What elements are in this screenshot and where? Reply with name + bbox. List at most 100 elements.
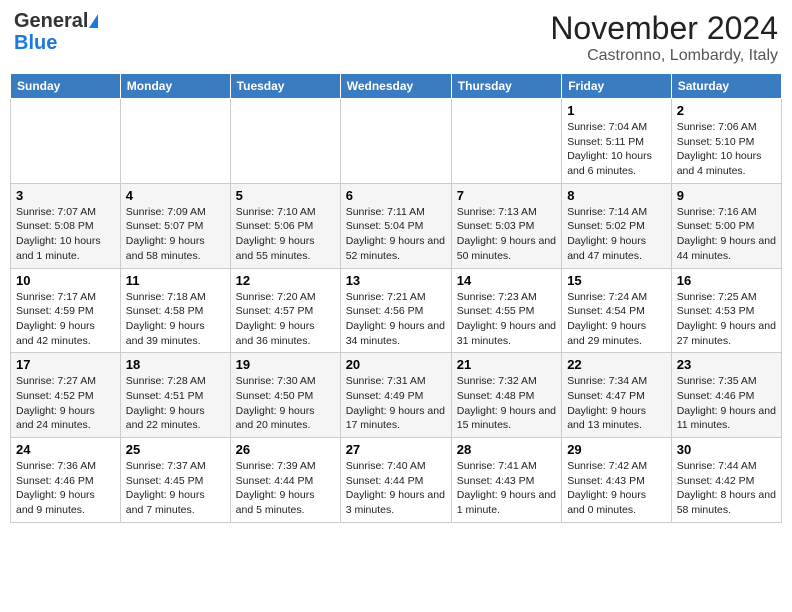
day-info: Sunrise: 7:31 AM Sunset: 4:49 PM Dayligh… <box>346 374 446 433</box>
calendar-cell: 13 Sunrise: 7:21 AM Sunset: 4:56 PM Dayli… <box>340 268 451 353</box>
logo-blue: Blue <box>14 32 57 54</box>
day-info: Sunrise: 7:20 AM Sunset: 4:57 PM Dayligh… <box>236 290 335 349</box>
calendar-cell <box>11 99 121 184</box>
day-info: Sunrise: 7:42 AM Sunset: 4:43 PM Dayligh… <box>567 459 666 518</box>
week-row-1: 1Sunrise: 7:04 AM Sunset: 5:11 PM Daylig… <box>11 99 782 184</box>
month-title: November 2024 <box>550 10 778 47</box>
day-number: 21 <box>457 357 556 372</box>
calendar-cell: 10 Sunrise: 7:17 AM Sunset: 4:59 PM Dayli… <box>11 268 121 353</box>
calendar-cell: 17Sunrise: 7:27 AM Sunset: 4:52 PM Dayli… <box>11 353 121 438</box>
day-number: 8 <box>567 188 666 203</box>
calendar-cell: 5 Sunrise: 7:10 AM Sunset: 5:06 PM Daylig… <box>230 183 340 268</box>
day-number: 20 <box>346 357 446 372</box>
day-number: 16 <box>677 273 776 288</box>
week-row-2: 3Sunrise: 7:07 AM Sunset: 5:08 PM Daylig… <box>11 183 782 268</box>
calendar-cell: 2 Sunrise: 7:06 AM Sunset: 5:10 PM Daylig… <box>671 99 781 184</box>
column-header-wednesday: Wednesday <box>340 74 451 99</box>
day-number: 22 <box>567 357 666 372</box>
calendar-cell <box>230 99 340 184</box>
day-number: 19 <box>236 357 335 372</box>
calendar-cell: 24 Sunrise: 7:36 AM Sunset: 4:46 PM Dayli… <box>11 438 121 523</box>
day-number: 2 <box>677 103 776 118</box>
column-header-saturday: Saturday <box>671 74 781 99</box>
day-number: 4 <box>126 188 225 203</box>
day-number: 23 <box>677 357 776 372</box>
day-info: Sunrise: 7:27 AM Sunset: 4:52 PM Dayligh… <box>16 374 115 433</box>
day-info: Sunrise: 7:30 AM Sunset: 4:50 PM Dayligh… <box>236 374 335 433</box>
day-number: 13 <box>346 273 446 288</box>
day-info: Sunrise: 7:11 AM Sunset: 5:04 PM Dayligh… <box>346 205 446 264</box>
calendar-cell <box>120 99 230 184</box>
day-number: 26 <box>236 442 335 457</box>
day-info: Sunrise: 7:40 AM Sunset: 4:44 PM Dayligh… <box>346 459 446 518</box>
calendar-cell: 16Sunrise: 7:25 AM Sunset: 4:53 PM Dayli… <box>671 268 781 353</box>
calendar-cell: 30Sunrise: 7:44 AM Sunset: 4:42 PM Dayli… <box>671 438 781 523</box>
day-info: Sunrise: 7:14 AM Sunset: 5:02 PM Dayligh… <box>567 205 666 264</box>
day-number: 1 <box>567 103 666 118</box>
day-info: Sunrise: 7:24 AM Sunset: 4:54 PM Dayligh… <box>567 290 666 349</box>
day-number: 14 <box>457 273 556 288</box>
calendar-cell: 23 Sunrise: 7:35 AM Sunset: 4:46 PM Dayli… <box>671 353 781 438</box>
calendar-cell: 1Sunrise: 7:04 AM Sunset: 5:11 PM Daylig… <box>562 99 672 184</box>
calendar-cell: 3Sunrise: 7:07 AM Sunset: 5:08 PM Daylig… <box>11 183 121 268</box>
day-number: 10 <box>16 273 115 288</box>
calendar-cell: 28Sunrise: 7:41 AM Sunset: 4:43 PM Dayli… <box>451 438 561 523</box>
calendar-cell: 19 Sunrise: 7:30 AM Sunset: 4:50 PM Dayli… <box>230 353 340 438</box>
calendar-cell: 20 Sunrise: 7:31 AM Sunset: 4:49 PM Dayli… <box>340 353 451 438</box>
week-row-4: 17Sunrise: 7:27 AM Sunset: 4:52 PM Dayli… <box>11 353 782 438</box>
day-info: Sunrise: 7:34 AM Sunset: 4:47 PM Dayligh… <box>567 374 666 433</box>
calendar-cell: 18 Sunrise: 7:28 AM Sunset: 4:51 PM Dayli… <box>120 353 230 438</box>
calendar-cell: 9 Sunrise: 7:16 AM Sunset: 5:00 PM Daylig… <box>671 183 781 268</box>
calendar-cell: 7Sunrise: 7:13 AM Sunset: 5:03 PM Daylig… <box>451 183 561 268</box>
day-info: Sunrise: 7:16 AM Sunset: 5:00 PM Dayligh… <box>677 205 776 264</box>
day-number: 30 <box>677 442 776 457</box>
column-header-thursday: Thursday <box>451 74 561 99</box>
calendar-table: SundayMondayTuesdayWednesdayThursdayFrid… <box>10 73 782 523</box>
day-info: Sunrise: 7:37 AM Sunset: 4:45 PM Dayligh… <box>126 459 225 518</box>
day-info: Sunrise: 7:41 AM Sunset: 4:43 PM Dayligh… <box>457 459 556 518</box>
calendar-cell: 27Sunrise: 7:40 AM Sunset: 4:44 PM Dayli… <box>340 438 451 523</box>
day-info: Sunrise: 7:32 AM Sunset: 4:48 PM Dayligh… <box>457 374 556 433</box>
day-info: Sunrise: 7:39 AM Sunset: 4:44 PM Dayligh… <box>236 459 335 518</box>
day-number: 25 <box>126 442 225 457</box>
logo-general: General <box>14 10 88 32</box>
calendar-body: 1Sunrise: 7:04 AM Sunset: 5:11 PM Daylig… <box>11 99 782 523</box>
column-header-friday: Friday <box>562 74 672 99</box>
day-info: Sunrise: 7:28 AM Sunset: 4:51 PM Dayligh… <box>126 374 225 433</box>
calendar-cell: 22 Sunrise: 7:34 AM Sunset: 4:47 PM Dayli… <box>562 353 672 438</box>
day-number: 12 <box>236 273 335 288</box>
calendar-cell: 4 Sunrise: 7:09 AM Sunset: 5:07 PM Daylig… <box>120 183 230 268</box>
day-number: 24 <box>16 442 115 457</box>
day-info: Sunrise: 7:18 AM Sunset: 4:58 PM Dayligh… <box>126 290 225 349</box>
logo: General Blue <box>14 10 98 54</box>
location-title: Castronno, Lombardy, Italy <box>550 47 778 65</box>
day-info: Sunrise: 7:36 AM Sunset: 4:46 PM Dayligh… <box>16 459 115 518</box>
calendar-cell: 8 Sunrise: 7:14 AM Sunset: 5:02 PM Daylig… <box>562 183 672 268</box>
column-header-sunday: Sunday <box>11 74 121 99</box>
day-number: 18 <box>126 357 225 372</box>
day-number: 29 <box>567 442 666 457</box>
day-info: Sunrise: 7:09 AM Sunset: 5:07 PM Dayligh… <box>126 205 225 264</box>
calendar-cell: 26 Sunrise: 7:39 AM Sunset: 4:44 PM Dayli… <box>230 438 340 523</box>
day-info: Sunrise: 7:10 AM Sunset: 5:06 PM Dayligh… <box>236 205 335 264</box>
day-number: 9 <box>677 188 776 203</box>
day-number: 5 <box>236 188 335 203</box>
day-info: Sunrise: 7:17 AM Sunset: 4:59 PM Dayligh… <box>16 290 115 349</box>
calendar-cell: 29 Sunrise: 7:42 AM Sunset: 4:43 PM Dayli… <box>562 438 672 523</box>
day-info: Sunrise: 7:23 AM Sunset: 4:55 PM Dayligh… <box>457 290 556 349</box>
calendar-cell <box>451 99 561 184</box>
day-number: 6 <box>346 188 446 203</box>
day-info: Sunrise: 7:21 AM Sunset: 4:56 PM Dayligh… <box>346 290 446 349</box>
day-info: Sunrise: 7:06 AM Sunset: 5:10 PM Dayligh… <box>677 120 776 179</box>
week-row-3: 10 Sunrise: 7:17 AM Sunset: 4:59 PM Dayli… <box>11 268 782 353</box>
calendar-cell: 21 Sunrise: 7:32 AM Sunset: 4:48 PM Dayli… <box>451 353 561 438</box>
logo-triangle-icon <box>89 14 98 28</box>
calendar-header-row: SundayMondayTuesdayWednesdayThursdayFrid… <box>11 74 782 99</box>
header: General Blue November 2024 Castronno, Lo… <box>10 10 782 65</box>
day-number: 11 <box>126 273 225 288</box>
day-info: Sunrise: 7:35 AM Sunset: 4:46 PM Dayligh… <box>677 374 776 433</box>
title-area: November 2024 Castronno, Lombardy, Italy <box>550 10 778 65</box>
calendar-cell: 6 Sunrise: 7:11 AM Sunset: 5:04 PM Daylig… <box>340 183 451 268</box>
day-number: 15 <box>567 273 666 288</box>
day-number: 3 <box>16 188 115 203</box>
